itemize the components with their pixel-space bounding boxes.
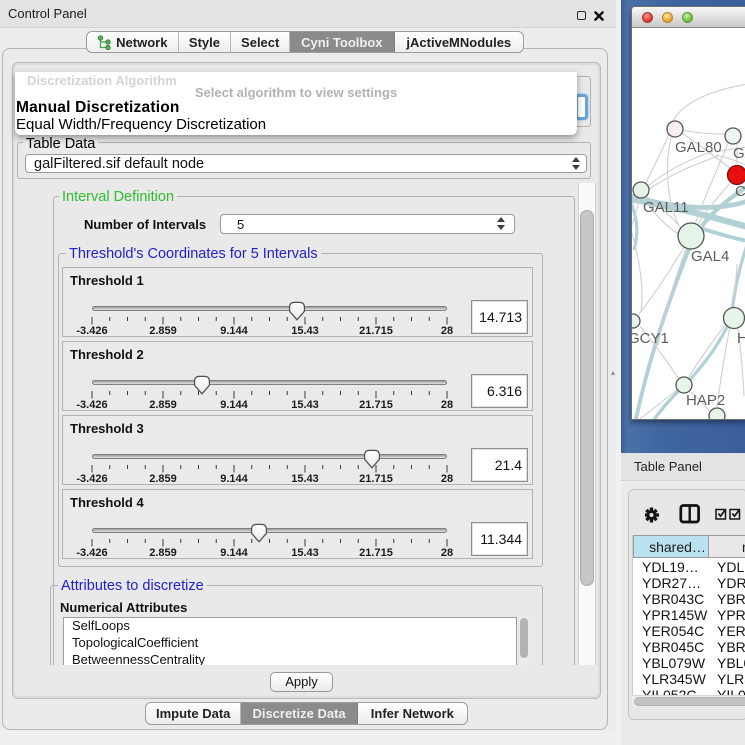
svg-text:GAL4: GAL4 bbox=[691, 248, 729, 265]
svg-text:GAL80: GAL80 bbox=[675, 139, 722, 156]
svg-text:CD: CD bbox=[735, 183, 745, 200]
svg-text:HAP2: HAP2 bbox=[686, 392, 725, 409]
svg-text:GA: GA bbox=[733, 145, 745, 162]
svg-text:GCY1: GCY1 bbox=[632, 330, 669, 347]
svg-text:GAL11: GAL11 bbox=[643, 199, 689, 216]
svg-text:HI: HI bbox=[737, 330, 745, 347]
